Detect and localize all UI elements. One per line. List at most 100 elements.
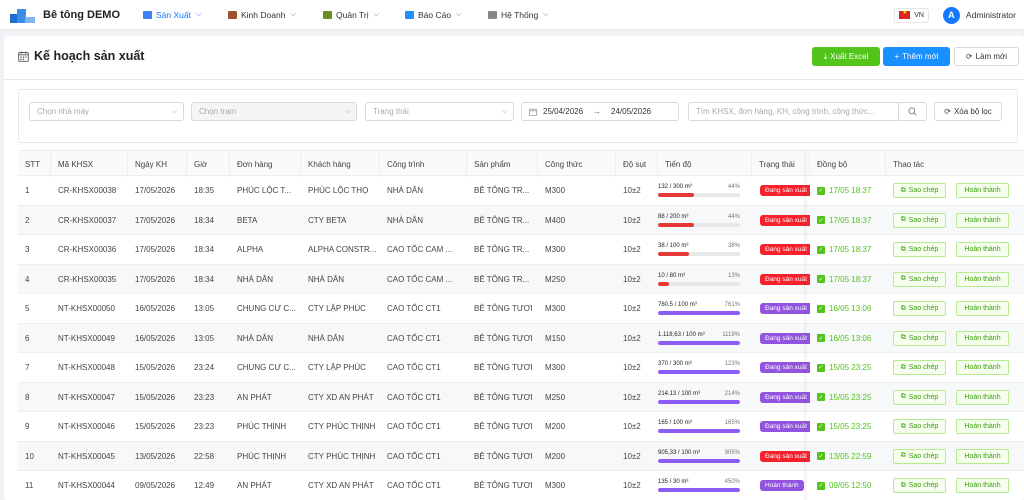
- copy-label: Sao chép: [908, 334, 939, 342]
- cell-product: BÊ TÔNG TR...: [474, 215, 530, 225]
- copy-button[interactable]: ⧉ Sao chép: [893, 242, 946, 257]
- copy-button[interactable]: ⧉ Sao chép: [893, 183, 946, 198]
- table-row[interactable]: 9 NT-KHSX00046 15/05/2026 23:23 PHÚC THỊNH CT…: [18, 412, 1024, 442]
- cell-project: CAO TỐC CT1: [387, 304, 441, 314]
- progress-percent: 165%: [724, 420, 740, 427]
- column-header[interactable]: Công trình: [380, 151, 467, 177]
- cell-order: CHUNG CƯ C...: [237, 304, 296, 314]
- copy-label: Sao chép: [908, 423, 939, 430]
- progress-text: 1.118,63 / 100 m³: [658, 331, 705, 338]
- menu-item-0[interactable]: Sản Xuất ⌵: [143, 0, 201, 30]
- column-header[interactable]: Ngày KH: [128, 151, 187, 177]
- date-to[interactable]: 24/05/2026: [611, 107, 651, 116]
- column-header[interactable]: Đồng bộ: [810, 151, 886, 177]
- admin-icon: [323, 11, 332, 19]
- complete-button[interactable]: Hoàn thành: [956, 478, 1009, 493]
- table-row[interactable]: 8 NT-KHSX00047 15/05/2026 23:23 AN PHÁT CTY X…: [18, 382, 1024, 412]
- complete-button[interactable]: Hoàn thành: [956, 448, 1009, 464]
- clear-filter-button[interactable]: ⟳ Xóa bộ lọc: [934, 102, 1002, 121]
- cell-customer: CTY LẬP PHÚC: [308, 363, 366, 373]
- date-from[interactable]: 25/04/2026: [543, 107, 583, 116]
- complete-button[interactable]: Hoàn thành: [956, 212, 1009, 228]
- cell-progress: 88 / 200 m³ 44%: [658, 206, 752, 236]
- complete-button[interactable]: Hoàn thành: [956, 389, 1009, 405]
- complete-button[interactable]: Hoàn thành: [956, 419, 1009, 434]
- menu-item-3[interactable]: Báo Cáo ⌵: [405, 0, 461, 30]
- chevron-down-icon: ⌵: [501, 107, 507, 115]
- sync-time: 17/05 18:37: [829, 274, 872, 284]
- check-icon: ✓: [817, 422, 825, 431]
- column-header[interactable]: Tiến độ: [658, 151, 752, 177]
- status-badge: Đang sản xuất: [760, 421, 810, 433]
- complete-button[interactable]: Hoàn thành: [956, 242, 1009, 257]
- menu-item-1[interactable]: Kinh Doanh ⌵: [228, 0, 296, 30]
- language-selector[interactable]: VN: [894, 7, 929, 23]
- search-input[interactable]: Tìm KHSX, đơn hàng, KH, công trình, công…: [688, 102, 899, 121]
- factory-select[interactable]: Chọn nhà máy ⌵: [29, 102, 184, 121]
- copy-button[interactable]: ⧉ Sao chép: [893, 419, 946, 434]
- complete-button[interactable]: Hoàn thành: [956, 301, 1009, 316]
- complete-button[interactable]: Hoàn thành: [956, 330, 1009, 346]
- column-header[interactable]: Giờ: [187, 151, 230, 177]
- progress-percent: 38%: [727, 243, 740, 250]
- column-header[interactable]: Sản phẩm: [467, 151, 538, 177]
- copy-button[interactable]: ⧉ Sao chép: [893, 448, 946, 464]
- table-row[interactable]: 3 CR-KHSX00036 17/05/2026 18:34 ALPHA ALPHA C…: [18, 235, 1024, 265]
- table-row[interactable]: 11 NT-KHSX00044 09/05/2026 12:49 AN PHÁT CTY …: [18, 471, 1024, 500]
- status-badge: Hoàn thành: [760, 480, 804, 492]
- copy-button[interactable]: ⧉ Sao chép: [893, 301, 946, 316]
- check-icon: ✓: [817, 481, 825, 490]
- menu-item-4[interactable]: Hệ Thống ⌵: [488, 0, 549, 30]
- column-header[interactable]: Mã KHSX: [51, 151, 128, 177]
- copy-button[interactable]: ⧉ Sao chép: [893, 271, 946, 287]
- table-row[interactable]: 7 NT-KHSX00048 15/05/2026 23:24 CHUNG CƯ C..…: [18, 353, 1024, 383]
- column-header[interactable]: Thao tác: [886, 151, 1024, 177]
- cell-code: NT-KHSX00049: [58, 333, 115, 343]
- progress-label: 132 / 300 m³ 44%: [658, 184, 740, 190]
- copy-button[interactable]: ⧉ Sao chép: [893, 330, 946, 346]
- column-header[interactable]: STT: [18, 151, 51, 177]
- brand[interactable]: Bê tông DEMO: [10, 7, 142, 23]
- progress-percent: 450%: [724, 479, 740, 486]
- date-range-picker[interactable]: 25/04/2026 → 24/05/2026: [521, 102, 679, 121]
- avatar[interactable]: A: [942, 6, 960, 24]
- progress-label: 10 / 80 m³ 13%: [658, 273, 740, 279]
- status-badge: Đang sản xuất: [760, 450, 810, 462]
- column-header[interactable]: Trạng thái: [752, 151, 810, 177]
- check-icon: ✓: [817, 452, 825, 461]
- top-nav: Bê tông DEMO Sản Xuất ⌵ Kinh Doanh ⌵ Quản Tr…: [0, 0, 1024, 30]
- sync-time: 09/05 12:50: [829, 481, 872, 491]
- table-row[interactable]: 6 NT-KHSX00049 16/05/2026 13:05 NHÀ DÂN NHÀ D…: [18, 323, 1024, 353]
- search-placeholder: Tìm KHSX, đơn hàng, KH, công trình, công…: [696, 107, 875, 116]
- sync-time: 17/05 18:37: [829, 245, 872, 255]
- table-row[interactable]: 10 NT-KHSX00045 13/05/2026 22:58 PHÚC THỊNH C…: [18, 441, 1024, 471]
- copy-button[interactable]: ⧉ Sao chép: [893, 478, 946, 493]
- cell-slump: 10±2: [623, 333, 641, 343]
- station-select[interactable]: Chọn trạm ⌵: [191, 102, 357, 121]
- menu-item-2[interactable]: Quản Trị ⌵: [323, 0, 379, 30]
- cell-progress: 132 / 300 m³ 44%: [658, 176, 752, 206]
- complete-button[interactable]: Hoàn thành: [956, 183, 1009, 198]
- table-row[interactable]: 5 NT-KHSX00050 16/05/2026 13:05 CHUNG CƯ C..…: [18, 294, 1024, 324]
- table-row[interactable]: 2 CR-KHSX00037 17/05/2026 18:34 BETA CTY BETA…: [18, 205, 1024, 236]
- status-select[interactable]: Trạng thái ⌵: [365, 102, 514, 121]
- copy-icon: ⧉: [900, 481, 906, 489]
- refresh-button[interactable]: ⟳ Làm mới: [954, 47, 1019, 66]
- copy-button[interactable]: ⧉ Sao chép: [893, 360, 946, 375]
- search-button[interactable]: [898, 102, 927, 121]
- complete-button[interactable]: Hoàn thành: [956, 360, 1009, 375]
- copy-button[interactable]: ⧉ Sao chép: [893, 212, 946, 228]
- user-name[interactable]: Administrator: [966, 10, 1016, 20]
- column-header[interactable]: Độ sụt: [616, 151, 658, 177]
- add-new-button[interactable]: + Thêm mới: [883, 47, 950, 66]
- column-header[interactable]: Công thức: [538, 151, 616, 177]
- table-row[interactable]: 4 CR-KHSX00035 17/05/2026 18:34 NHÀ DÂN NHÀ D…: [18, 264, 1024, 294]
- column-header[interactable]: Đơn hàng: [230, 151, 301, 177]
- cell-project: CAO TỐC CT1: [387, 481, 441, 491]
- cell-formula: M250: [545, 274, 566, 284]
- table-row[interactable]: 1 CR-KHSX00038 17/05/2026 18:35 PHÚC LỘC T..…: [18, 176, 1024, 206]
- column-header[interactable]: Khách hàng: [301, 151, 380, 177]
- copy-button[interactable]: ⧉ Sao chép: [893, 389, 946, 405]
- complete-button[interactable]: Hoàn thành: [956, 271, 1009, 287]
- export-excel-button[interactable]: ⤓ Xuất Excel: [812, 47, 880, 66]
